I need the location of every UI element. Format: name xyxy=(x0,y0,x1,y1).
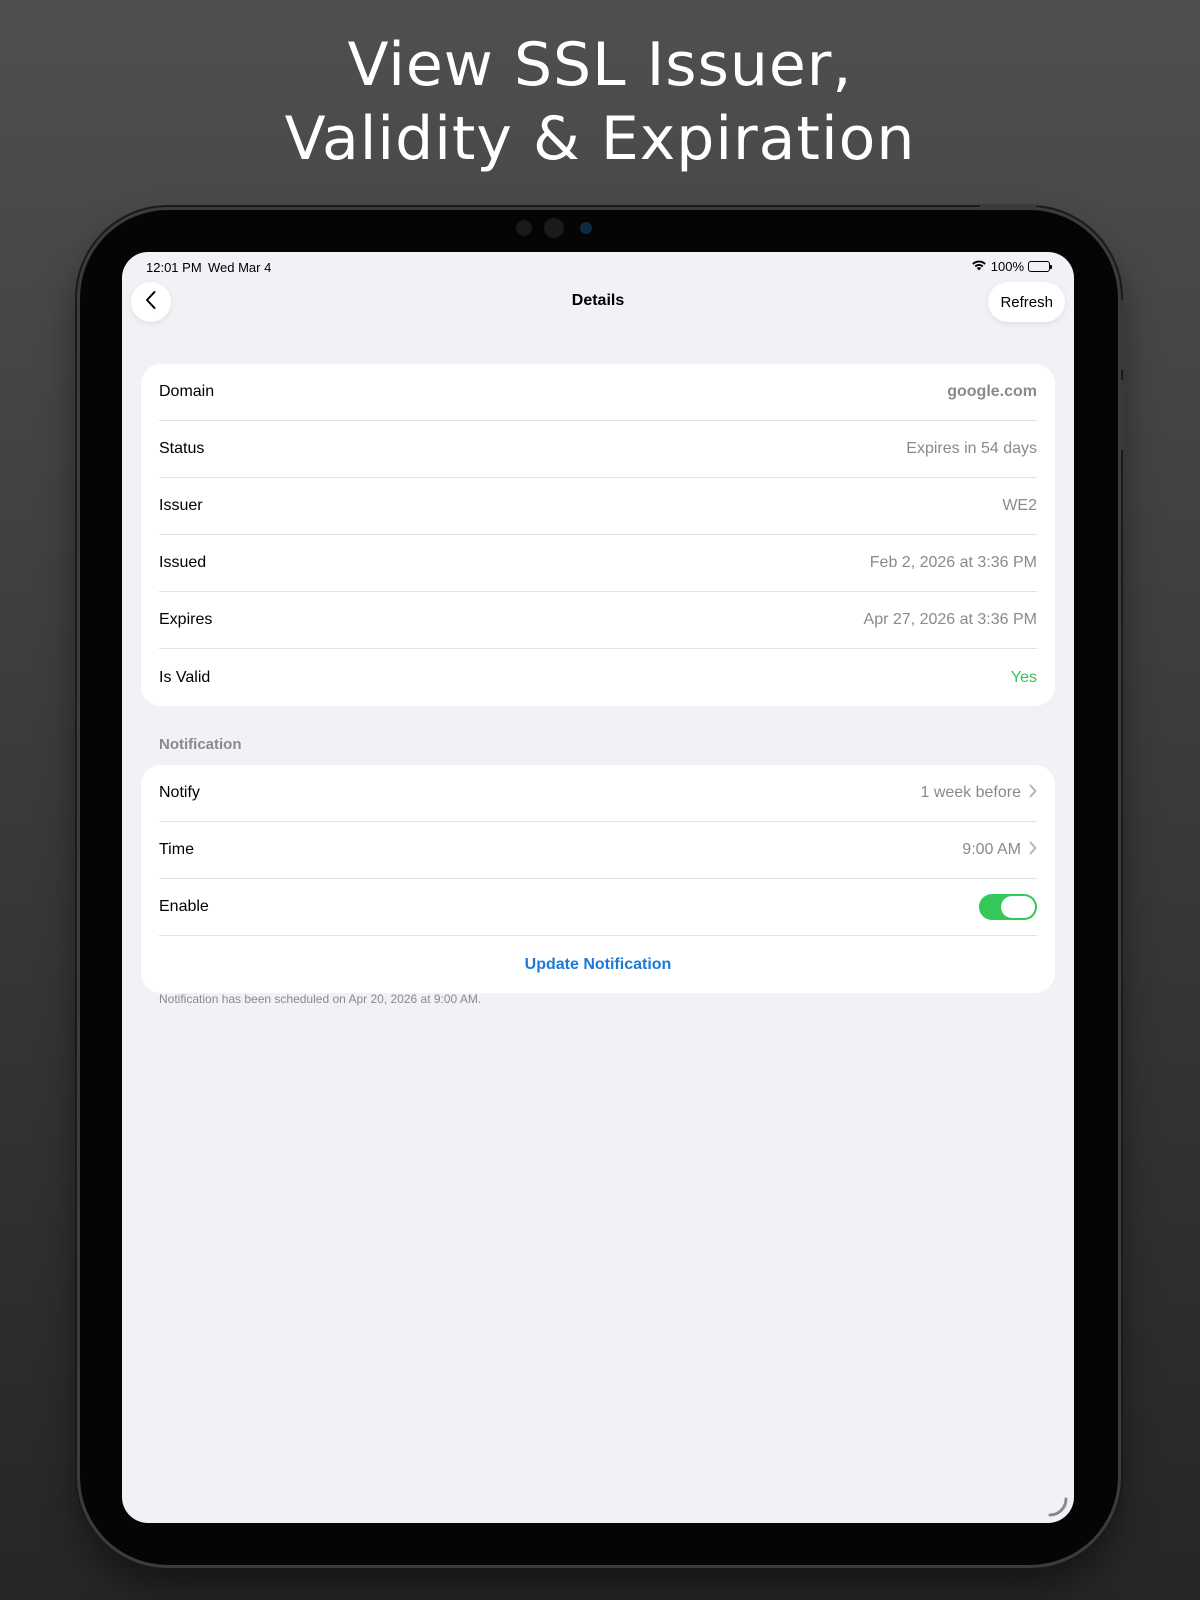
status-date: Wed Mar 4 xyxy=(208,260,272,275)
details-row-is-valid: Is Valid Yes xyxy=(159,649,1037,706)
row-label: Issued xyxy=(159,554,207,571)
status-right: 100% xyxy=(971,259,1052,274)
chevron-right-icon xyxy=(1029,841,1037,860)
row-label: Domain xyxy=(159,383,215,400)
notification-section-header: Notification xyxy=(159,736,242,753)
notification-footnote: Notification has been scheduled on Apr 2… xyxy=(159,992,482,1006)
marketing-headline: View SSL Issuer, Validity & Expiration xyxy=(0,28,1200,176)
time-row[interactable]: Time 9:00 AM xyxy=(159,822,1037,879)
front-camera xyxy=(544,218,564,238)
navigation-bar: Details Refresh xyxy=(122,282,1074,342)
volume-up-button xyxy=(1119,300,1124,370)
enable-row: Enable xyxy=(159,879,1037,936)
valid-status: Yes xyxy=(1010,668,1037,686)
status-bar: 12:01 PM Wed Mar 4 100% xyxy=(122,252,1074,282)
notify-value: 1 week before xyxy=(920,784,1021,801)
row-value: google.com xyxy=(947,383,1037,400)
ipad-frame: 12:01 PM Wed Mar 4 100% Details Refresh … xyxy=(80,204,1124,1565)
details-row-domain: Domain google.com xyxy=(159,364,1037,421)
time-value: 9:00 AM xyxy=(962,841,1021,858)
details-row-status: Status Expires in 54 days xyxy=(159,421,1037,478)
refresh-button[interactable]: Refresh xyxy=(988,282,1065,322)
update-row: Update Notification xyxy=(159,936,1037,993)
status-time: 12:01 PM xyxy=(146,260,202,275)
row-label: Time xyxy=(159,841,194,858)
row-label: Notify xyxy=(159,784,200,801)
row-value: Apr 27, 2026 at 3:36 PM xyxy=(863,611,1037,628)
top-button xyxy=(980,204,1036,209)
row-value: WE2 xyxy=(1002,497,1037,514)
details-group: Domain google.com Status Expires in 54 d… xyxy=(141,364,1055,706)
toggle-knob xyxy=(1001,896,1035,918)
sensor-dot xyxy=(516,220,532,236)
time-value-wrap: 9:00 AM xyxy=(962,841,1037,860)
screen: 12:01 PM Wed Mar 4 100% Details Refresh … xyxy=(122,252,1074,1523)
notify-row[interactable]: Notify 1 week before xyxy=(159,765,1037,822)
details-row-issuer: Issuer WE2 xyxy=(159,478,1037,535)
row-label: Issuer xyxy=(159,497,203,514)
row-label: Is Valid xyxy=(159,668,211,686)
notify-value-wrap: 1 week before xyxy=(920,784,1037,803)
page-title: Details xyxy=(571,292,625,309)
row-label: Enable xyxy=(159,898,209,915)
chevron-right-icon xyxy=(1029,784,1037,803)
camera-indicator xyxy=(580,222,592,234)
details-row-expires: Expires Apr 27, 2026 at 3:36 PM xyxy=(159,592,1037,649)
update-notification-button[interactable]: Update Notification xyxy=(525,956,672,974)
row-value: Expires in 54 days xyxy=(906,440,1037,457)
headline-line-2: Validity & Expiration xyxy=(284,104,916,174)
details-row-issued: Issued Feb 2, 2026 at 3:36 PM xyxy=(159,535,1037,592)
row-label: Status xyxy=(159,440,205,457)
battery-icon xyxy=(1028,261,1052,272)
row-value: Feb 2, 2026 at 3:36 PM xyxy=(869,554,1037,571)
wifi-icon xyxy=(971,259,987,274)
volume-down-button xyxy=(1119,380,1124,450)
headline-line-1: View SSL Issuer, xyxy=(347,30,853,100)
notification-group: Notify 1 week before Time 9:00 AM Enable… xyxy=(141,765,1055,993)
row-label: Expires xyxy=(159,611,213,628)
resize-handle-icon[interactable] xyxy=(1048,1497,1068,1517)
battery-percent: 100% xyxy=(990,259,1024,274)
enable-toggle[interactable] xyxy=(979,894,1037,920)
